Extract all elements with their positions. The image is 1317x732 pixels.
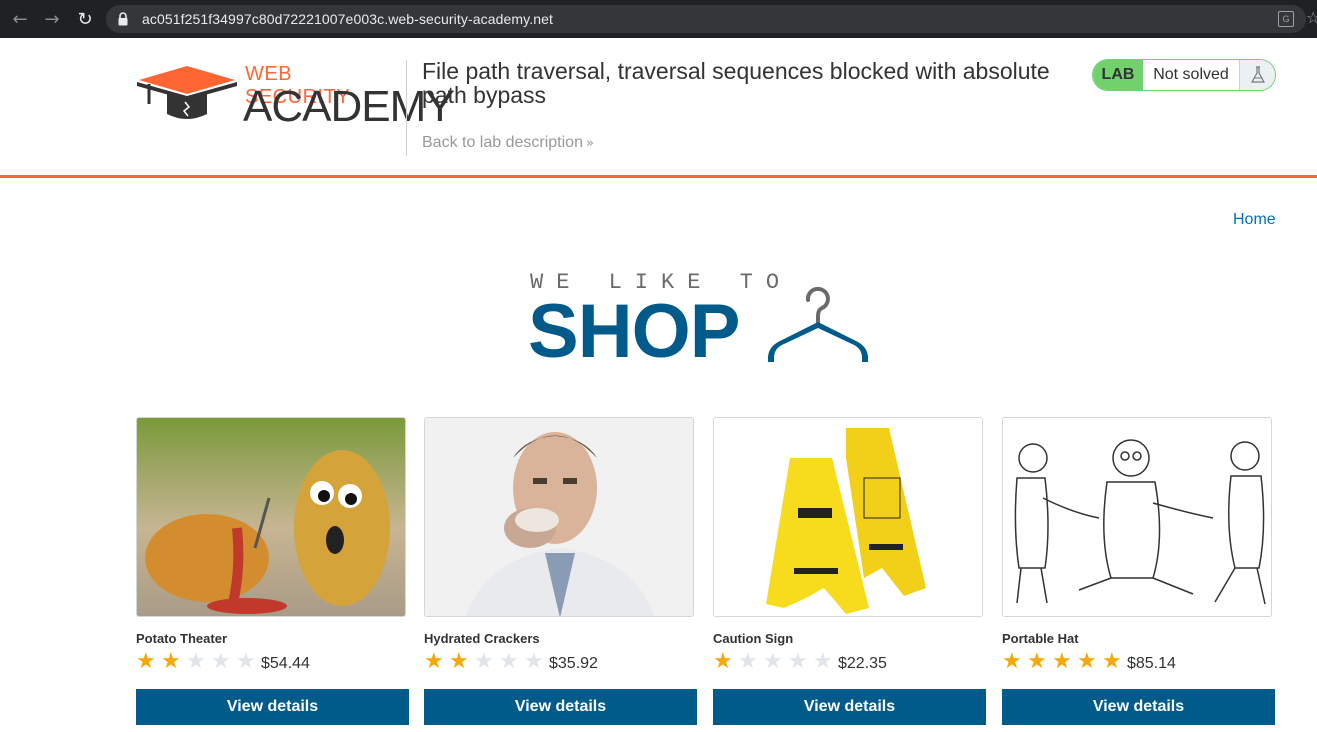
product-price: $85.14	[1127, 655, 1176, 672]
product-rating: ★ ★ ★ ★ ★ $54.44	[136, 649, 310, 675]
forward-arrow-icon[interactable]: →	[42, 9, 62, 30]
star-filled-icon: ★	[1027, 649, 1047, 674]
star-filled-icon: ★	[136, 649, 156, 674]
header-divider	[406, 60, 407, 156]
star-empty-icon: ★	[813, 649, 833, 674]
back-arrow-icon[interactable]: ←	[10, 9, 30, 30]
academy-header: WEB SECURITY ACADEMY File path traversal…	[0, 38, 1317, 178]
reload-icon[interactable]: ↻	[75, 9, 95, 30]
star-empty-icon: ★	[499, 649, 519, 674]
star-filled-icon: ★	[449, 649, 469, 674]
double-chevron-right-icon: »	[585, 136, 594, 151]
back-to-lab-link[interactable]: Back to lab description»	[422, 134, 594, 152]
lock-icon	[118, 12, 128, 26]
hydrated-crackers-image	[424, 417, 694, 617]
flask-icon	[1239, 60, 1275, 90]
lab-status-widget: LAB Not solved	[1092, 59, 1276, 91]
star-filled-icon: ★	[713, 649, 733, 674]
product-rating: ★ ★ ★ ★ ★ $85.14	[1002, 649, 1176, 675]
product-grid: Potato Theater ★ ★ ★ ★ ★ $54.44 View det…	[136, 417, 1276, 727]
star-filled-icon: ★	[1077, 649, 1097, 674]
lab-badge: LAB	[1093, 60, 1143, 90]
view-details-button[interactable]: View details	[1002, 689, 1275, 725]
product-price: $54.44	[261, 655, 310, 672]
product-name: Portable Hat	[1002, 631, 1079, 646]
view-details-button[interactable]: View details	[424, 689, 697, 725]
translate-icon[interactable]: G	[1278, 11, 1294, 27]
bookmark-star-icon[interactable]: ☆	[1306, 8, 1317, 27]
lab-title: File path traversal, traversal sequences…	[422, 58, 1050, 108]
banner-title: SHOP	[528, 289, 740, 374]
potato-theater-image	[136, 417, 406, 617]
address-bar[interactable]: ac051f251f34997c80d72221007e003c.web-sec…	[106, 5, 1306, 33]
star-filled-icon: ★	[424, 649, 444, 674]
academy-logo[interactable]: WEB SECURITY ACADEMY	[137, 60, 455, 131]
star-empty-icon: ★	[788, 649, 808, 674]
star-empty-icon: ★	[474, 649, 494, 674]
product-name: Hydrated Crackers	[424, 631, 540, 646]
home-link[interactable]: Home	[1233, 211, 1276, 229]
lab-status-text: Not solved	[1143, 60, 1239, 90]
star-empty-icon: ★	[186, 649, 206, 674]
graduation-cap-icon	[137, 66, 237, 119]
product-rating: ★ ★ ★ ★ ★ $35.92	[424, 649, 598, 675]
shop-banner: WE LIKE TO SHOP	[528, 268, 888, 374]
url-text: ac051f251f34997c80d72221007e003c.web-sec…	[142, 11, 553, 27]
portable-hat-image	[1002, 417, 1272, 617]
star-filled-icon: ★	[1002, 649, 1022, 674]
hanger-icon	[768, 286, 868, 362]
product-name: Caution Sign	[713, 631, 794, 646]
caution-sign-image	[713, 417, 983, 617]
star-empty-icon: ★	[763, 649, 783, 674]
star-empty-icon: ★	[524, 649, 544, 674]
product-rating: ★ ★ ★ ★ ★ $22.35	[713, 649, 887, 675]
star-filled-icon: ★	[161, 649, 181, 674]
product-price: $35.92	[549, 655, 598, 672]
star-empty-icon: ★	[738, 649, 758, 674]
view-details-button[interactable]: View details	[136, 689, 409, 725]
back-link-label: Back to lab description	[422, 134, 583, 151]
browser-toolbar: ← → ↻ ac051f251f34997c80d72221007e003c.w…	[0, 0, 1317, 38]
product-price: $22.35	[838, 655, 887, 672]
star-filled-icon: ★	[1102, 649, 1122, 674]
star-filled-icon: ★	[1052, 649, 1072, 674]
star-empty-icon: ★	[236, 649, 256, 674]
view-details-button[interactable]: View details	[713, 689, 986, 725]
product-name: Potato Theater	[136, 631, 228, 646]
star-empty-icon: ★	[211, 649, 231, 674]
